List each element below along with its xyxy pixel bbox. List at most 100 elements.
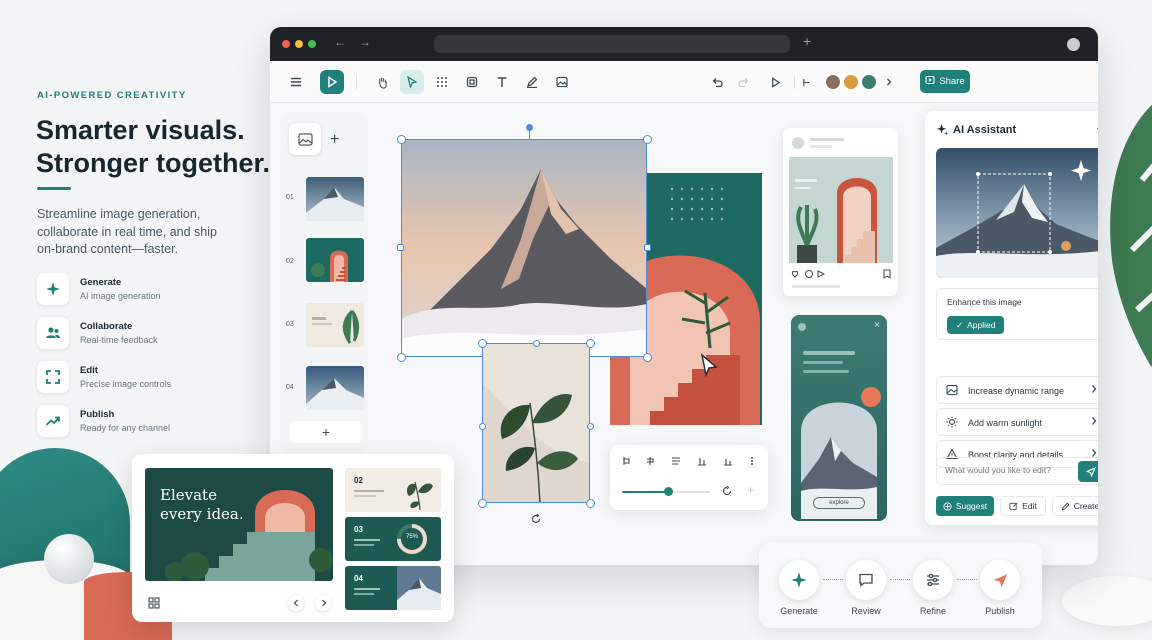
resize-handle[interactable] — [586, 339, 595, 348]
frame-tool-icon[interactable] — [460, 70, 484, 94]
maximize-window-button[interactable] — [308, 40, 316, 48]
forward-arrow-icon[interactable]: → — [359, 35, 371, 49]
grid-view-icon[interactable] — [148, 597, 160, 609]
back-arrow-icon[interactable]: ← — [334, 35, 346, 49]
pen-tool-icon[interactable] — [520, 70, 544, 94]
ai-option-dynamic-range[interactable]: Increase dynamic range — [936, 376, 1098, 404]
text-placeholder — [354, 539, 380, 541]
ai-prompt-input[interactable] — [945, 465, 1073, 475]
resize-handle[interactable] — [478, 499, 487, 508]
share-button[interactable]: Share — [920, 70, 970, 93]
resize-handle[interactable] — [397, 353, 406, 362]
next-slide-button[interactable] — [315, 595, 331, 611]
profile-avatar[interactable] — [1067, 38, 1080, 51]
minimize-window-button[interactable] — [295, 40, 303, 48]
present-play-button[interactable] — [320, 70, 344, 94]
adjust-slider-thumb[interactable] — [664, 487, 673, 496]
send-icon — [1086, 466, 1096, 477]
workflow-step-generate[interactable] — [779, 560, 819, 600]
eyebrow-text: AI-POWERED CREATIVITY — [37, 90, 187, 101]
suggest-button[interactable]: Suggest — [936, 496, 994, 516]
add-icon[interactable]: + — [747, 483, 754, 497]
flag-icon[interactable] — [798, 70, 814, 94]
select-tool-icon[interactable] — [400, 70, 424, 94]
workflow-step-publish[interactable] — [980, 560, 1020, 600]
deck-slide-04[interactable]: 04 — [345, 566, 441, 610]
resize-handle[interactable] — [586, 499, 595, 508]
share-icon — [925, 75, 935, 88]
text-placeholder — [810, 138, 844, 141]
add-page-button[interactable]: + — [290, 421, 362, 443]
resize-handle[interactable] — [643, 135, 652, 144]
page-thumb-02[interactable] — [306, 238, 364, 282]
grid-tool-icon[interactable] — [430, 70, 454, 94]
donut-chart-label: 75% — [405, 534, 418, 540]
address-bar[interactable] — [434, 35, 790, 53]
rotate-icon[interactable] — [530, 513, 542, 525]
page-thumb-04[interactable] — [306, 366, 364, 410]
sparkle-icon — [37, 273, 69, 305]
text-tool-icon[interactable] — [490, 70, 514, 94]
ai-assistant-panel: AI Assistant Enhance this image ✓ Applie… — [925, 111, 1098, 525]
applied-badge[interactable]: ✓ Applied — [947, 316, 1005, 334]
new-tab-icon[interactable]: + — [803, 33, 811, 49]
redo-icon[interactable] — [732, 70, 756, 94]
page-number: 04 — [286, 384, 294, 391]
ai-option-warm-sunlight[interactable]: Add warm sunlight — [936, 408, 1098, 436]
page-thumb-01[interactable] — [306, 177, 364, 221]
distribute-icon — [698, 458, 706, 466]
send-button[interactable] — [1078, 461, 1098, 482]
workflow-step-review[interactable] — [846, 560, 886, 600]
ai-preview-image[interactable] — [936, 148, 1098, 278]
resize-handle[interactable] — [643, 353, 652, 362]
add-icon[interactable]: + — [330, 131, 339, 149]
presentation-deck-card: Elevate every idea. 02 03 75% 04 — [132, 454, 454, 622]
workflow-step-refine[interactable] — [913, 560, 953, 600]
deck-hero-slide[interactable]: Elevate every idea. — [145, 468, 333, 581]
story-cta-button[interactable]: explore — [813, 497, 865, 509]
page-thumb-03[interactable] — [306, 303, 364, 347]
align-bottom-icon — [724, 459, 732, 466]
resize-handle[interactable] — [644, 244, 651, 251]
hand-tool-icon[interactable] — [370, 70, 394, 94]
add-image-icon[interactable] — [289, 123, 321, 155]
sliders-icon — [927, 573, 939, 587]
sphere-decoration — [44, 534, 94, 584]
resize-handle[interactable] — [479, 423, 486, 430]
deck-slide-02[interactable]: 02 — [345, 468, 441, 512]
edit-button[interactable]: Edit — [1000, 496, 1046, 516]
chevron-right-icon — [321, 599, 326, 607]
align-right-icon — [672, 457, 680, 465]
resize-handle[interactable] — [397, 244, 404, 251]
close-window-button[interactable] — [282, 40, 290, 48]
chevron-right-icon[interactable] — [881, 70, 897, 94]
resize-handle[interactable] — [478, 339, 487, 348]
deck-slide-03[interactable]: 03 75% — [345, 517, 441, 561]
resize-handle[interactable] — [397, 135, 406, 144]
collaborator-avatar[interactable] — [860, 73, 878, 91]
collaborator-avatar[interactable] — [842, 73, 860, 91]
create-button[interactable]: Create — [1052, 496, 1098, 516]
prev-slide-button[interactable] — [288, 595, 304, 611]
text-placeholder — [803, 351, 855, 355]
menu-icon[interactable] — [284, 70, 308, 94]
sun-icon — [946, 416, 958, 428]
social-post-preview[interactable] — [783, 128, 898, 296]
image-tool-icon[interactable] — [550, 70, 574, 94]
story-preview[interactable]: × explore — [791, 315, 887, 521]
chevron-down-icon[interactable] — [1096, 126, 1098, 134]
workflow-label: Review — [851, 606, 881, 616]
undo-icon[interactable] — [705, 70, 729, 94]
workflow-connector — [957, 579, 977, 580]
preview-play-icon[interactable] — [763, 70, 787, 94]
chevron-right-icon — [1092, 385, 1097, 393]
refresh-icon[interactable] — [722, 486, 732, 496]
rotate-handle[interactable] — [526, 124, 533, 131]
text-placeholder — [354, 495, 376, 497]
close-icon[interactable]: × — [874, 320, 880, 331]
resize-handle[interactable] — [533, 340, 540, 347]
text-placeholder — [354, 544, 374, 546]
resize-handle[interactable] — [587, 423, 594, 430]
collaborator-avatar[interactable] — [824, 73, 842, 91]
post-image — [789, 157, 893, 263]
